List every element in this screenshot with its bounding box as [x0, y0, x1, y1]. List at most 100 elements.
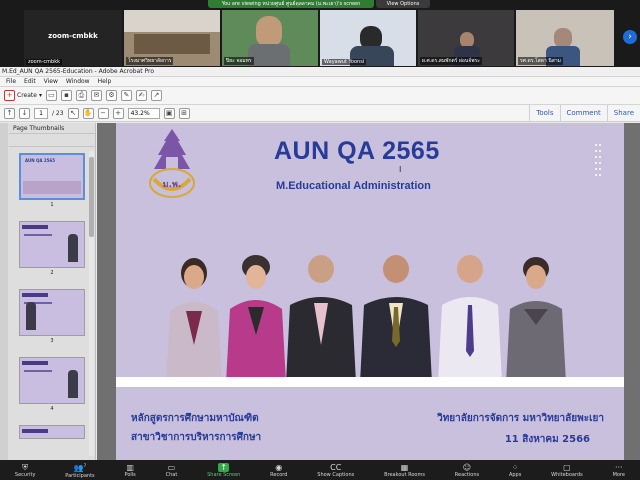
- reactions-icon: ☺: [462, 462, 472, 472]
- thumbnail-label: 2: [50, 270, 54, 276]
- page-thumbnail[interactable]: [19, 289, 85, 336]
- save-icon[interactable]: ▪: [60, 90, 72, 101]
- participant-name: zoom-cmbkk: [26, 59, 63, 65]
- participants-button[interactable]: 👥7 Participants: [65, 461, 94, 479]
- share-screen-button[interactable]: ↑ Share Screen: [207, 462, 240, 478]
- participant-tile[interactable]: โรงมาศวิทยาลัยการ: [124, 10, 220, 66]
- tab-comment[interactable]: Comment: [559, 105, 607, 122]
- video-gallery: zoom-cmbkk zoom-cmbkk โรงมาศวิทยาลัยการ …: [0, 10, 640, 66]
- record-icon: ◉: [275, 462, 283, 472]
- zoom-top-bar: You are viewing หน่วยศูนย์ ศูนย์ดุลลาคม …: [0, 0, 640, 9]
- print-icon[interactable]: ⎙: [75, 90, 87, 101]
- thumbnail-label: 3: [50, 338, 54, 344]
- zoom-out-icon[interactable]: −: [97, 107, 109, 119]
- create-label: Create: [17, 92, 37, 99]
- select-tool-icon[interactable]: ↖: [67, 107, 79, 119]
- chat-icon: ▭: [167, 462, 176, 472]
- page-thumbnail[interactable]: [19, 425, 85, 439]
- menu-window[interactable]: Window: [66, 77, 90, 86]
- whiteboards-button[interactable]: ▢ Whiteboards: [551, 463, 583, 478]
- slide-page: ม.พ. AUN QA 2565 M.Educational Administr…: [116, 123, 624, 460]
- thumbnail-list: AUN QA 2565 1 2 3 4: [14, 153, 90, 439]
- next-page-icon[interactable]: ›: [623, 30, 637, 44]
- people-photo: [166, 255, 566, 383]
- acrobat-window: M.Ed_AUN QA 2565-Education - Adobe Acrob…: [0, 67, 640, 460]
- thumbnail-photo: [23, 181, 81, 194]
- page-thumbnail[interactable]: AUN QA 2565: [19, 153, 85, 200]
- share-icon[interactable]: ↗: [150, 90, 162, 101]
- slide-subtitle: M.Educational Administration: [276, 180, 431, 192]
- participant-tile[interactable]: รศ.ดร.โสดา นิสาม: [516, 10, 614, 66]
- next-page-icon[interactable]: ↓: [19, 107, 30, 119]
- college-name: วิทยาลัยการจัดการ มหาวิทยาลัยพะเยา: [437, 413, 604, 424]
- svg-text:ม.พ.: ม.พ.: [163, 180, 182, 190]
- captions-icon: CC: [330, 462, 342, 472]
- show-captions-button[interactable]: CC Show Captions: [317, 463, 354, 478]
- more-icon: ···: [614, 462, 623, 472]
- decorative-dots-icon: [595, 144, 601, 176]
- chevron-down-icon: ▾: [38, 92, 42, 99]
- program-line-2: สาขาวิชาการบริหารการศึกษา: [131, 432, 262, 443]
- view-options-button[interactable]: View Options: [376, 0, 430, 8]
- participant-tile[interactable]: Wayawut Yoonsi: [320, 10, 416, 66]
- participant-tile[interactable]: zoom-cmbkk zoom-cmbkk: [24, 10, 122, 66]
- participant-name: ผ.ศ.ดร.สมพักตร์ ผ่อนจ์พระ: [420, 57, 482, 65]
- email-icon[interactable]: ✉: [90, 90, 102, 101]
- breakout-rooms-button[interactable]: ▦ Breakout Rooms: [384, 463, 425, 478]
- window-title: M.Ed_AUN QA 2565-Education - Adobe Acrob…: [0, 67, 640, 77]
- slide-date: 11 สิงหาคม 2566: [504, 434, 590, 445]
- participant-big-name: zoom-cmbkk: [48, 32, 98, 40]
- thumbnail-scrollbar[interactable]: [89, 151, 94, 456]
- fit-width-icon[interactable]: ⊞: [178, 107, 190, 119]
- zoom-level-select[interactable]: 43.2%: [127, 107, 160, 119]
- page-thumbnail[interactable]: [19, 357, 85, 404]
- breakout-rooms-icon: ▦: [400, 462, 409, 472]
- more-button[interactable]: ··· More: [613, 463, 625, 478]
- zoom-in-icon[interactable]: +: [112, 107, 124, 119]
- chat-button[interactable]: ▭ Chat: [166, 463, 178, 478]
- reactions-button[interactable]: ☺ Reactions: [455, 463, 479, 478]
- viewing-screen-banner: You are viewing หน่วยศูนย์ ศูนย์ดุลลาคม …: [208, 0, 374, 8]
- comment-icon[interactable]: ✎: [120, 90, 132, 101]
- polls-button[interactable]: ▥ Polls: [124, 463, 135, 478]
- thumbnail-label: 4: [50, 406, 54, 412]
- sign-icon[interactable]: ✍: [135, 90, 147, 101]
- menu-view[interactable]: View: [44, 77, 58, 86]
- menu-help[interactable]: Help: [98, 77, 112, 86]
- page-thumbnail[interactable]: [19, 221, 85, 268]
- tab-tools[interactable]: Tools: [529, 105, 559, 122]
- menu-bar: File Edit View Window Help: [0, 77, 640, 87]
- settings-icon[interactable]: ⚙: [105, 90, 117, 101]
- security-button[interactable]: ⛨ Security: [15, 463, 36, 478]
- tab-share[interactable]: Share: [606, 105, 640, 122]
- prev-page-icon[interactable]: ↑: [4, 107, 15, 119]
- participant-tile[interactable]: ปิยะ จอมทร: [222, 10, 318, 66]
- slide-title: AUN QA 2565: [274, 137, 440, 165]
- page-toolbar: ↑ ↓ 1 / 23 ↖ ✋ − + 43.2% ▣ ⊞ Tools Comme…: [0, 105, 640, 122]
- thumbnail-title: AUN QA 2565: [25, 158, 55, 163]
- participant-tile[interactable]: ผ.ศ.ดร.สมพักตร์ ผ่อนจ์พระ: [418, 10, 514, 66]
- record-button[interactable]: ◉ Record: [270, 463, 287, 478]
- polls-icon: ▥: [126, 462, 134, 472]
- page-number-input[interactable]: 1: [34, 107, 48, 119]
- zoom-meeting-toolbar: ⛨ Security 👥7 Participants ▥ Polls ▭ Cha…: [0, 460, 640, 480]
- whiteboard-icon: ▢: [563, 462, 571, 472]
- participant-name: โรงมาศวิทยาลัยการ: [126, 57, 174, 65]
- divider-bar: [116, 377, 624, 387]
- apps-button[interactable]: ⁘ Apps: [509, 463, 521, 478]
- nav-pane-strip[interactable]: [0, 123, 8, 460]
- participants-icon: 👥7: [73, 463, 87, 473]
- main-toolbar: + Create ▾ ▭ ▪ ⎙ ✉ ⚙ ✎ ✍ ↗: [0, 87, 640, 105]
- menu-edit[interactable]: Edit: [24, 77, 36, 86]
- hand-tool-icon[interactable]: ✋: [82, 107, 94, 119]
- program-line-1: หลักสูตรการศึกษามหาบัณฑิต: [131, 413, 259, 424]
- open-icon[interactable]: ▭: [45, 90, 57, 101]
- menu-file[interactable]: File: [6, 77, 16, 86]
- create-button[interactable]: + Create ▾: [4, 90, 42, 101]
- participant-name: รศ.ดร.โสดา นิสาม: [518, 57, 563, 65]
- document-view[interactable]: ม.พ. AUN QA 2565 M.Educational Administr…: [97, 123, 640, 460]
- panel-options[interactable]: [9, 135, 96, 147]
- thumbnails-panel: Page Thumbnails AUN QA 2565 1 2 3 4: [0, 123, 96, 460]
- participant-count: 7: [83, 463, 87, 469]
- fit-page-icon[interactable]: ▣: [163, 107, 175, 119]
